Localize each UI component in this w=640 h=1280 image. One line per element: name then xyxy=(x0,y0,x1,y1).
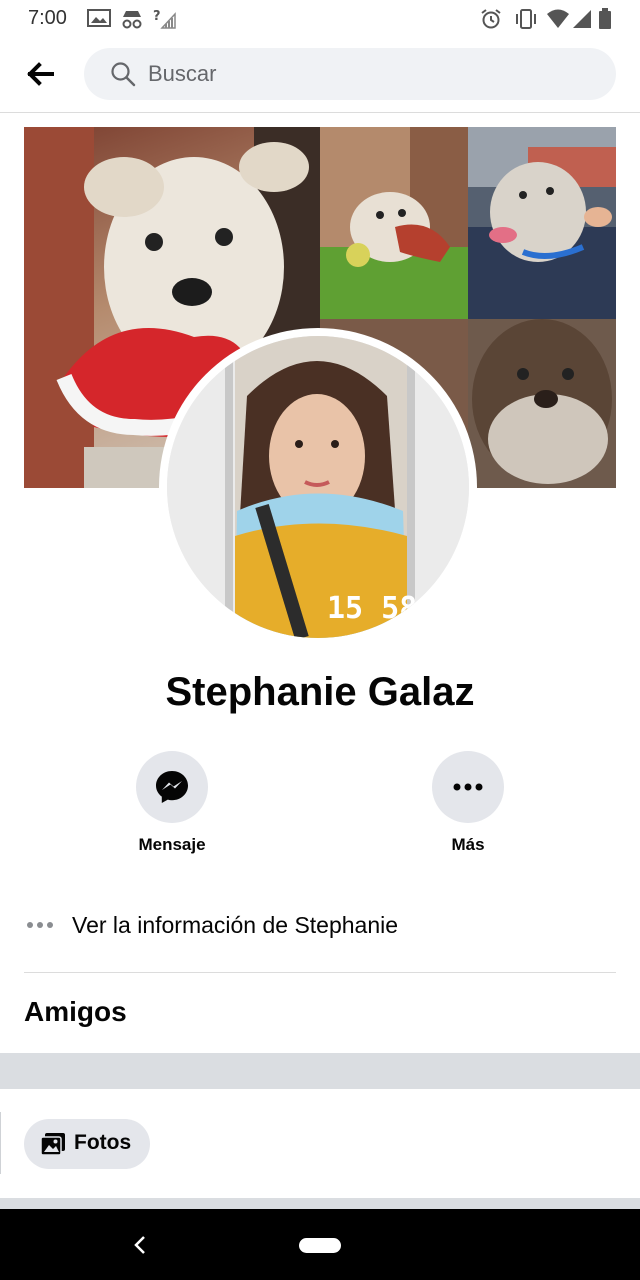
dog-grass-illustration xyxy=(320,127,468,319)
vibrate-icon xyxy=(516,9,536,29)
photos-icon xyxy=(40,1133,65,1156)
cover-image-dog-car xyxy=(468,127,616,319)
cell-signal-icon xyxy=(573,10,591,28)
nav-back-icon[interactable] xyxy=(130,1233,150,1257)
cover-image-dog-grass xyxy=(320,127,468,319)
profile-name: Stephanie Galaz xyxy=(165,670,475,714)
bottom-separator xyxy=(0,1198,640,1209)
message-button[interactable]: Mensaje xyxy=(112,751,232,855)
friends-section-title[interactable]: Amigos xyxy=(24,996,127,1028)
nav-home-button[interactable] xyxy=(299,1238,341,1253)
android-nav-bar xyxy=(0,1209,640,1280)
section-separator xyxy=(0,1053,640,1089)
divider xyxy=(24,972,616,973)
alarm-icon xyxy=(481,9,501,29)
incognito-icon xyxy=(122,11,142,29)
see-info-row[interactable]: Ver la información de Stephanie xyxy=(24,900,616,952)
more-dots-icon xyxy=(453,783,483,791)
more-button-circle[interactable] xyxy=(432,751,504,823)
search-bar[interactable]: Buscar xyxy=(84,48,616,100)
search-input[interactable]: Buscar xyxy=(148,61,216,87)
search-icon xyxy=(111,62,136,87)
arrow-left-icon xyxy=(27,62,54,86)
messenger-icon xyxy=(156,771,188,803)
wifi-icon xyxy=(547,9,569,28)
avatar-photo: 15 58 xyxy=(167,336,469,638)
more-button[interactable]: Más xyxy=(408,751,528,855)
dog-car-illustration xyxy=(468,127,616,319)
cover-image-dog-closeup xyxy=(468,319,616,488)
battery-icon xyxy=(599,8,611,29)
photos-button[interactable]: Fotos xyxy=(24,1119,150,1169)
status-bar: 7:00 ? xyxy=(0,0,640,36)
avatar[interactable]: 15 58 xyxy=(167,336,469,638)
see-info-label: Ver la información de Stephanie xyxy=(72,912,399,938)
scroll-edge xyxy=(0,1112,1,1174)
message-button-label: Mensaje xyxy=(138,835,206,854)
top-bar: Buscar xyxy=(0,36,640,113)
dog-closeup-illustration xyxy=(472,319,612,484)
no-signal-icon: ? xyxy=(153,9,176,29)
ellipsis-icon xyxy=(27,922,53,928)
photo-notification-icon xyxy=(87,9,111,27)
back-button[interactable] xyxy=(22,56,62,92)
svg-text:?: ? xyxy=(153,9,161,24)
more-button-label: Más xyxy=(451,835,485,854)
status-time: 7:00 xyxy=(28,7,67,29)
photos-label: Fotos xyxy=(74,1131,132,1154)
message-button-circle[interactable] xyxy=(136,751,208,823)
